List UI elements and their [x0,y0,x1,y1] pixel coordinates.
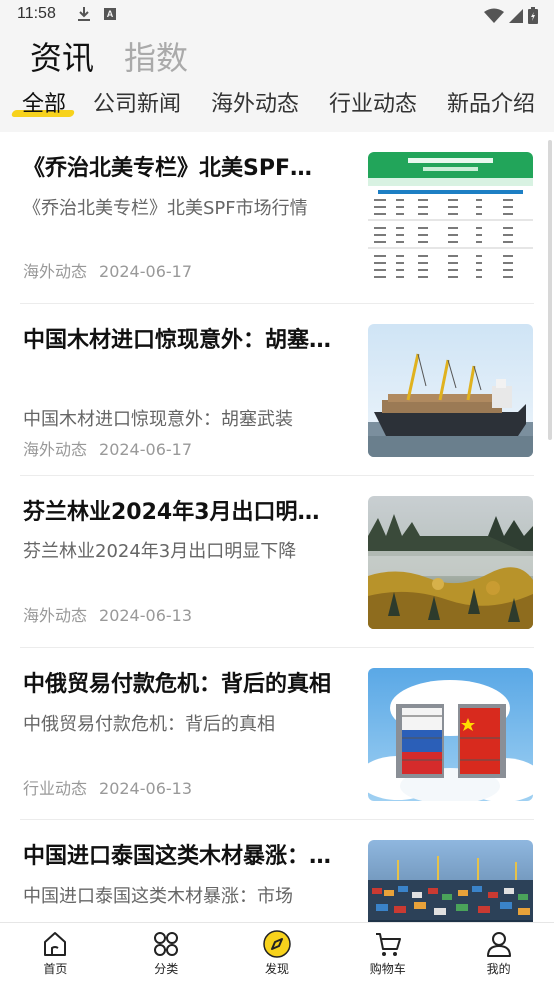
article-summary: 中俄贸易付款危机：背后的真相 [23,714,275,735]
article-title: 中俄贸易付款危机：背后的真相 [23,672,332,697]
header-area: 11:58 A 资讯 指数 全部 公司新闻 海外动态 行业动态 新品介绍 [0,0,554,132]
article-thumbnail [368,152,533,285]
nav-home-label: 首页 [43,962,68,976]
status-indicators [484,7,538,24]
nav-category[interactable]: 分类 [111,923,222,984]
article-summary: 中国木材进口惊现意外：胡塞武装 [23,409,293,430]
article-date: 2024-06-17 [99,262,192,281]
subtab-all[interactable]: 全部 [22,90,66,120]
compass-icon [263,930,291,958]
article-thumbnail [368,324,533,457]
subtab-company-news[interactable]: 公司新闻 [93,90,181,120]
signal-icon [509,8,523,23]
article-feed[interactable]: 《乔治北美专栏》北美SPF市场行情 《乔治北美专栏》北美SPF市场行情 海外动态… [0,132,554,922]
article-meta: 海外动态 2024-06-17 [23,261,192,283]
article-meta: 海外动态 2024-06-13 [23,605,192,627]
article-thumbnail [368,840,533,922]
download-icon [78,7,90,21]
nav-cart-label: 购物车 [369,962,406,976]
article-meta: 海外动态 2024-06-17 [23,439,192,461]
scrollbar[interactable] [548,140,552,440]
nav-category-label: 分类 [154,962,179,976]
bottom-nav: 首页 分类 发现 购物车 我的 [0,922,554,984]
article-title: 中国木材进口惊现意外：胡塞武装 [23,328,333,353]
nav-home[interactable]: 首页 [0,923,111,984]
wifi-icon [484,8,504,23]
subtab-new-products[interactable]: 新品介绍 [447,90,535,120]
nav-cart[interactable]: 购物车 [332,923,443,984]
article-title: 芬兰林业2024年3月出口明显下降 [23,500,333,525]
article-title: 《乔治北美专栏》北美SPF市场行情 [23,156,333,181]
article-category: 行业动态 [23,779,88,798]
article-card[interactable]: 中国木材进口惊现意外：胡塞武装 中国木材进口惊现意外：胡塞武装 海外动态 2024… [20,304,534,476]
article-thumbnail [368,496,533,629]
article-card[interactable]: 中俄贸易付款危机：背后的真相 中俄贸易付款危机：背后的真相 行业动态 2024-0… [20,648,534,820]
battery-icon [528,7,538,24]
article-date: 2024-06-17 [99,440,192,459]
article-card[interactable]: 中国进口泰国这类木材暴涨：市场 中国进口泰国这类木材暴涨：市场 [20,820,534,922]
user-icon [486,932,511,957]
article-date: 2024-06-13 [99,779,192,798]
home-icon [44,932,67,956]
tab-index[interactable]: 指数 [124,38,188,78]
article-card[interactable]: 《乔治北美专栏》北美SPF市场行情 《乔治北美专栏》北美SPF市场行情 海外动态… [20,132,534,304]
main-tabs: 资讯 指数 [30,38,188,78]
article-summary: 芬兰林业2024年3月出口明显下降 [23,541,297,562]
nav-discover[interactable]: 发现 [222,923,333,984]
article-title: 中国进口泰国这类木材暴涨：市场 [23,844,333,869]
tab-news[interactable]: 资讯 [30,38,94,78]
article-category: 海外动态 [23,606,88,625]
status-time: 11:58 [17,5,56,22]
cart-icon [375,933,401,956]
nav-discover-label: 发现 [264,962,289,976]
article-category: 海外动态 [23,262,88,281]
article-card[interactable]: 芬兰林业2024年3月出口明显下降 芬兰林业2024年3月出口明显下降 海外动态… [20,476,534,648]
status-bar: 11:58 A [0,0,554,30]
nav-profile[interactable]: 我的 [443,923,554,984]
subtab-industry[interactable]: 行业动态 [329,90,417,120]
category-icon [154,932,179,956]
article-meta: 行业动态 2024-06-13 [23,778,192,800]
category-tabs: 全部 公司新闻 海外动态 行业动态 新品介绍 [0,90,554,126]
nav-profile-label: 我的 [486,962,511,976]
article-summary: 《乔治北美专栏》北美SPF市场行情 [23,198,308,219]
article-summary: 中国进口泰国这类木材暴涨：市场 [23,886,293,907]
notification-a-icon: A [104,8,116,20]
article-date: 2024-06-13 [99,606,192,625]
subtab-overseas[interactable]: 海外动态 [211,90,299,120]
article-category: 海外动态 [23,440,88,459]
article-thumbnail [368,668,533,801]
